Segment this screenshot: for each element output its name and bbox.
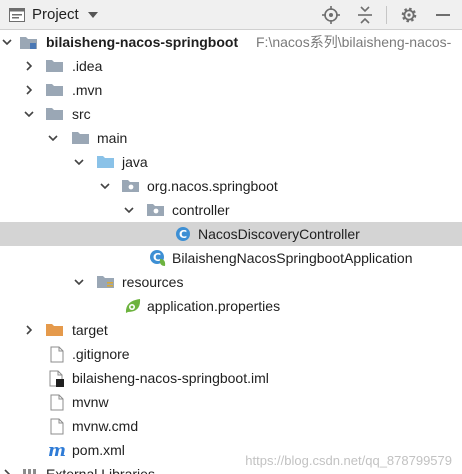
tree-item-label: mvnw: [72, 394, 109, 410]
tree-row-application-properties[interactable]: application.properties: [0, 294, 462, 318]
chevron-down-icon[interactable]: [72, 270, 86, 294]
svg-text:m: m: [48, 442, 66, 458]
tree-row-application-class[interactable]: C BilaishengNacosSpringbootApplication: [0, 246, 462, 270]
tree-row-gitignore[interactable]: .gitignore: [0, 342, 462, 366]
tree-item-label: BilaishengNacosSpringbootApplication: [172, 250, 413, 266]
iml-file-icon: [48, 366, 66, 390]
tree-item-label: .idea: [72, 58, 103, 74]
java-class-icon: C: [174, 222, 192, 246]
collapse-all-icon[interactable]: [354, 0, 376, 30]
tree-row-idea[interactable]: .idea: [0, 54, 462, 78]
chevron-right-icon[interactable]: [0, 462, 14, 474]
spring-properties-icon: [124, 294, 142, 318]
folder-icon: [46, 102, 64, 126]
tree-row-src[interactable]: src: [0, 102, 462, 126]
project-view-icon: [8, 0, 26, 30]
text-file-icon: [48, 390, 66, 414]
tree-item-label: controller: [172, 202, 230, 218]
tree-item-label: bilaisheng-nacos-springboot.iml: [72, 370, 269, 386]
tree-row-java[interactable]: java: [0, 150, 462, 174]
excluded-folder-icon: [46, 318, 64, 342]
resources-folder-icon: [97, 270, 115, 294]
folder-icon: [46, 54, 64, 78]
tree-item-label: pom.xml: [72, 442, 125, 458]
text-file-icon: [48, 342, 66, 366]
tree-row-nacos-discovery-controller[interactable]: C NacosDiscoveryController: [0, 222, 462, 246]
tree-row-mvn[interactable]: .mvn: [0, 78, 462, 102]
chevron-down-icon[interactable]: [122, 198, 136, 222]
minimize-icon[interactable]: [432, 0, 454, 30]
spring-boot-app-icon: C: [149, 246, 167, 270]
tree-item-label: src: [72, 106, 91, 122]
tree-row-controller[interactable]: controller: [0, 198, 462, 222]
tree-item-label: bilaisheng-nacos-springboot: [46, 34, 239, 50]
package-icon: [147, 198, 165, 222]
chevron-right-icon[interactable]: [22, 78, 36, 102]
tree-item-label: main: [97, 130, 128, 146]
svg-text:C: C: [179, 228, 187, 241]
svg-text:C: C: [153, 251, 161, 264]
tree-item-label: NacosDiscoveryController: [198, 226, 360, 242]
chevron-down-icon[interactable]: [86, 0, 100, 30]
libraries-icon: [22, 462, 40, 474]
tree-row-iml[interactable]: bilaisheng-nacos-springboot.iml: [0, 366, 462, 390]
project-panel-header: Project: [0, 0, 462, 30]
tree-item-label: .mvn: [72, 82, 103, 98]
project-tree[interactable]: bilaisheng-nacos-springboot F:\nacos系列\b…: [0, 30, 462, 474]
chevron-down-icon[interactable]: [22, 102, 36, 126]
chevron-down-icon[interactable]: [72, 150, 86, 174]
tree-item-label: External Libraries: [46, 466, 155, 474]
chevron-right-icon[interactable]: [22, 54, 36, 78]
tree-item-label: resources: [122, 274, 184, 290]
tree-row-org-nacos-springboot[interactable]: org.nacos.springboot: [0, 174, 462, 198]
panel-title[interactable]: Project: [32, 6, 79, 23]
package-icon: [122, 174, 140, 198]
project-path: F:\nacos系列\bilaisheng-nacos-: [256, 34, 452, 50]
tree-row-main[interactable]: main: [0, 126, 462, 150]
toolbar-divider: [386, 6, 387, 24]
chevron-right-icon[interactable]: [22, 318, 36, 342]
watermark: https://blog.csdn.net/qq_878799579: [245, 453, 452, 468]
folder-icon: [46, 78, 64, 102]
maven-icon: m: [48, 438, 66, 462]
tree-row-target[interactable]: target: [0, 318, 462, 342]
tree-row-mvnw-cmd[interactable]: mvnw.cmd: [0, 414, 462, 438]
source-folder-icon: [97, 150, 115, 174]
chevron-down-icon[interactable]: [0, 30, 14, 54]
text-file-icon: [48, 414, 66, 438]
tree-item-label: application.properties: [147, 298, 281, 314]
module-folder-icon: [20, 30, 38, 54]
tree-item-label: org.nacos.springboot: [147, 178, 278, 194]
tree-row-mvnw[interactable]: mvnw: [0, 390, 462, 414]
tree-item-label: .gitignore: [72, 346, 130, 362]
chevron-down-icon[interactable]: [46, 126, 60, 150]
tree-row-resources[interactable]: resources: [0, 270, 462, 294]
folder-icon: [72, 126, 90, 150]
locate-icon[interactable]: [320, 0, 342, 30]
tree-item-label: java: [122, 154, 148, 170]
tree-row-project-root[interactable]: bilaisheng-nacos-springboot F:\nacos系列\b…: [0, 30, 462, 54]
tree-item-label: mvnw.cmd: [72, 418, 139, 434]
chevron-down-icon[interactable]: [98, 174, 112, 198]
gear-icon[interactable]: [398, 0, 420, 30]
tree-item-label: target: [72, 322, 108, 338]
